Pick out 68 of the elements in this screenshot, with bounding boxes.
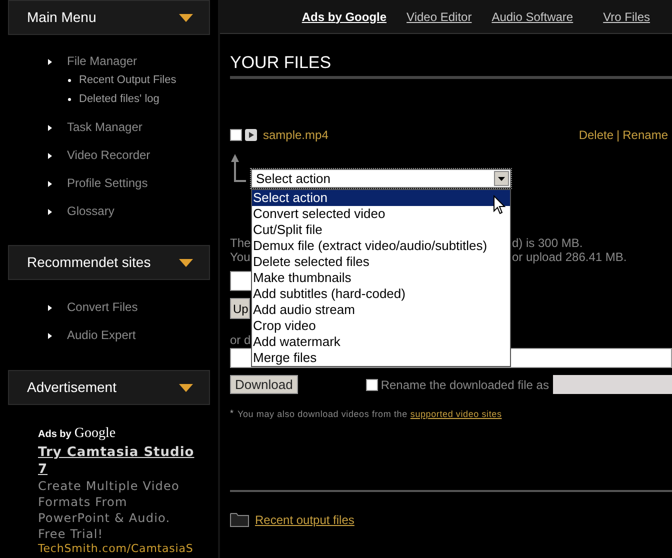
rename-field[interactable]: [552, 375, 672, 394]
menu-item[interactable]: Audio Expert: [67, 327, 136, 344]
or-text: or d: [230, 333, 251, 347]
dropdown-option[interactable]: Make thumbnails: [252, 270, 510, 286]
bullet-icon: [48, 304, 52, 310]
dropdown-option[interactable]: Add audio stream: [252, 302, 510, 318]
separator-text: |: [616, 127, 620, 144]
action-select[interactable]: Select action: [251, 169, 511, 188]
section-header[interactable]: Main Menu: [8, 0, 210, 35]
dropdown-option[interactable]: Convert selected video: [252, 206, 510, 222]
folder-icon: [230, 512, 249, 527]
menu-item[interactable]: Convert Files: [67, 299, 138, 316]
footnote-mark: *: [230, 408, 234, 418]
bullet-icon: [48, 152, 52, 158]
section-title: Recommendet sites: [27, 253, 151, 272]
file-action-link[interactable]: Rename: [622, 126, 668, 144]
section-header[interactable]: Advertisement: [8, 370, 210, 405]
ad-attribution: Ads by: [38, 428, 72, 442]
bullet-icon: [48, 124, 52, 130]
nav-link[interactable]: Vro Files: [603, 8, 650, 26]
menu-item[interactable]: Glossary: [67, 203, 114, 220]
page-title: YOUR FILES: [230, 52, 332, 74]
nav-link[interactable]: Video Editor: [406, 8, 472, 26]
ad-body-text: Create Multiple Video Formats From PowerPoint & Audio. Free Trial!: [38, 478, 180, 542]
menu-item[interactable]: Task Manager: [67, 119, 142, 136]
submenu-item[interactable]: Recent Output Files: [79, 72, 176, 89]
bullet-icon: [48, 180, 52, 186]
file-name-link[interactable]: sample.mp4: [263, 126, 328, 144]
upload-button[interactable]: Up: [230, 298, 250, 319]
rename-checkbox[interactable]: [366, 378, 378, 390]
recent-output-link[interactable]: Recent output files: [255, 510, 354, 528]
info-text: or upload 286.41 MB.: [512, 250, 627, 264]
ad-url-link[interactable]: TechSmith.com/CamtasiaS: [38, 542, 208, 556]
caret-icon: [179, 14, 193, 22]
file-checkbox[interactable]: [230, 129, 242, 141]
supported-sites-link[interactable]: supported video sites: [410, 408, 502, 422]
dropdown-option[interactable]: Add watermark: [252, 334, 510, 350]
submenu-item[interactable]: Deleted files' log: [79, 91, 160, 108]
menu-item[interactable]: Video Recorder: [67, 147, 150, 164]
bullet-icon: [48, 332, 52, 338]
mouse-pointer-icon: [493, 195, 506, 215]
menu-item[interactable]: File Manager: [67, 53, 138, 70]
file-action-link[interactable]: Delete: [578, 126, 614, 144]
rename-label: Rename the downloaded file as: [380, 376, 549, 394]
nav-heading: Ads by Google: [302, 8, 387, 26]
info-text: d) is 300 MB.: [512, 236, 583, 250]
note-text: You may also download videos from the: [238, 408, 408, 421]
menu-item[interactable]: Profile Settings: [67, 175, 148, 192]
info-text: The: [230, 236, 251, 250]
section-header[interactable]: Recommendet sites: [8, 245, 210, 280]
dropdown-option[interactable]: Demux file (extract video/audio/subtitles): [252, 238, 510, 254]
play-icon[interactable]: [245, 129, 257, 141]
section-title: Advertisement: [27, 378, 116, 397]
ad-brand: Google: [74, 425, 116, 443]
download-button[interactable]: Download: [230, 375, 298, 394]
caret-icon: [179, 258, 193, 266]
caret-icon: [179, 384, 193, 392]
dropdown-option[interactable]: Delete selected files: [252, 254, 510, 270]
bullet-icon: [48, 58, 52, 64]
section-title: Main Menu: [27, 8, 96, 27]
info-text: You: [230, 250, 250, 264]
dropdown-option[interactable]: Merge files: [252, 350, 510, 366]
dropdown-option[interactable]: Add subtitles (hard-coded): [252, 286, 510, 302]
nav-link[interactable]: Audio Software: [492, 8, 574, 26]
dropdown-option[interactable]: Crop video: [252, 318, 510, 334]
bullet-icon: [48, 208, 52, 214]
dropdown-option[interactable]: Cut/Split file: [252, 222, 510, 238]
ad-headline-link[interactable]: Try Camtasia Studio 7: [38, 444, 198, 478]
